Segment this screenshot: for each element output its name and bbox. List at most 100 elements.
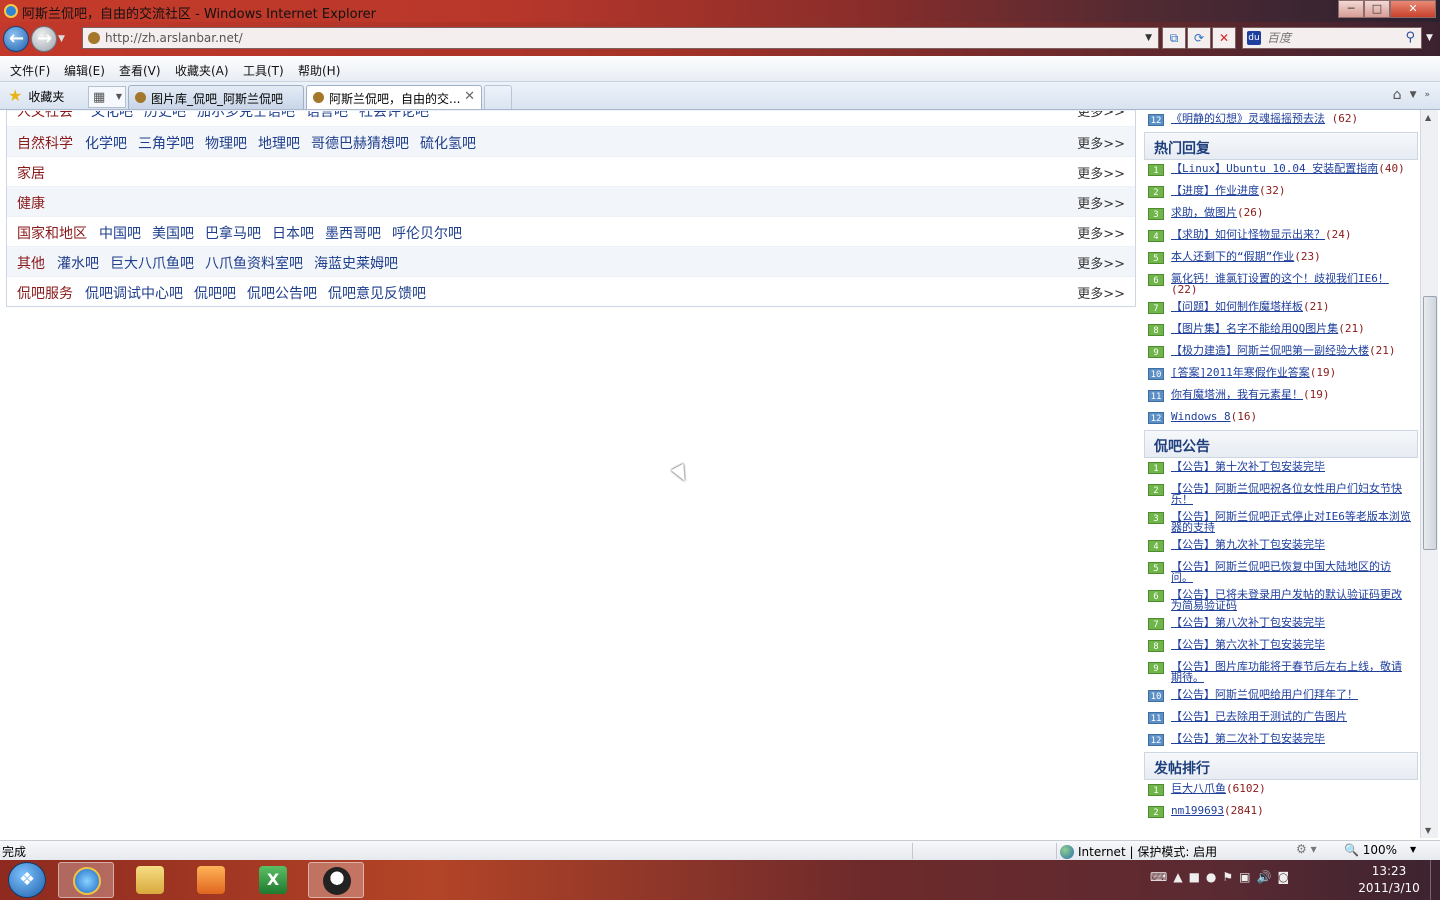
post-link[interactable]: 【公告】第十次补丁包安装完毕 <box>1171 460 1325 473</box>
post-link[interactable]: 【公告】阿斯兰侃吧正式停止对IE6等老版本浏览器的支持 <box>1171 510 1411 534</box>
post-link[interactable]: 【图片集】名字不能给用QQ图片集 <box>1171 322 1338 335</box>
address-dropdown-icon[interactable]: ▼ <box>1145 33 1152 43</box>
back-button[interactable] <box>3 26 29 52</box>
bar-link[interactable]: 巴拿马吧 <box>205 226 261 242</box>
recent-pages-dropdown-icon[interactable]: ▼ <box>58 34 65 44</box>
scroll-up-icon[interactable]: ▲ <box>1425 113 1431 122</box>
close-button[interactable]: ✕ <box>1390 0 1436 18</box>
bar-link[interactable]: 呼伦贝尔吧 <box>392 226 462 242</box>
show-desktop-button[interactable] <box>1430 860 1440 900</box>
more-link[interactable]: 更多>> <box>1077 193 1125 212</box>
taskbar-qq[interactable] <box>308 862 364 898</box>
post-link[interactable]: 【求助】如何让怪物显示出来？ <box>1171 228 1325 241</box>
post-link[interactable]: 你有魔塔洲，我有元素星！ <box>1171 388 1303 401</box>
bar-link[interactable]: 八爪鱼资料室吧 <box>205 256 303 272</box>
zoom-level[interactable]: 🔍 100% <box>1344 843 1397 857</box>
bar-link[interactable]: 文化吧 <box>91 111 133 120</box>
security-zone[interactable]: Internet | 保护模式: 启用 <box>1060 843 1217 860</box>
protected-mode-icon[interactable]: ⚙ ▾ <box>1296 842 1317 856</box>
post-link[interactable]: 巨大八爪鱼 <box>1171 782 1226 795</box>
address-bar[interactable]: http://zh.arslanbar.net/ ▼ <box>82 27 1159 49</box>
refresh-icon[interactable]: ⟳ <box>1187 27 1211 49</box>
post-link[interactable]: 【公告】阿斯兰侃吧已恢复中国大陆地区的访问。 <box>1171 560 1391 584</box>
bar-link[interactable]: 加尔多克士语吧 <box>197 111 295 120</box>
search-input[interactable] <box>1267 30 1397 46</box>
bar-link[interactable]: 化学吧 <box>85 136 127 152</box>
bar-link[interactable]: 三角学吧 <box>138 136 194 152</box>
close-tab-icon[interactable]: ✕ <box>464 89 475 104</box>
vertical-scrollbar[interactable]: ▲ ▼ <box>1420 110 1438 838</box>
bar-link[interactable]: 历史吧 <box>144 111 186 120</box>
category-name[interactable]: 其他 <box>17 253 45 273</box>
volume-icon[interactable]: 🔊 <box>1257 870 1272 884</box>
post-link[interactable]: 【极力建造】阿斯兰侃吧第一副经验大楼 <box>1171 344 1369 357</box>
home-icon[interactable]: ⌂ <box>1393 87 1402 103</box>
tray-app-icon[interactable]: ● <box>1206 870 1216 884</box>
category-name[interactable]: 家居 <box>17 163 45 183</box>
search-box[interactable]: du ⚲ <box>1242 27 1422 49</box>
network-icon[interactable]: ▣ <box>1239 870 1250 884</box>
bar-link[interactable]: 侃吧吧 <box>194 286 236 302</box>
bar-link[interactable]: 巨大八爪鱼吧 <box>110 256 194 272</box>
minimize-button[interactable]: ─ <box>1338 0 1364 18</box>
post-link[interactable]: 【公告】图片库功能将于春节后左右上线，敬请期待。 <box>1171 660 1402 684</box>
post-link[interactable]: 【公告】阿斯兰侃吧给用户们拜年了！ <box>1171 688 1358 701</box>
keyboard-icon[interactable]: ⌨ <box>1150 870 1167 884</box>
post-link[interactable]: 【公告】第二次补丁包安装完毕 <box>1171 732 1325 745</box>
category-name[interactable]: 自然科学 <box>17 133 73 153</box>
bar-link[interactable]: 日本吧 <box>272 226 314 242</box>
tray-app-icon[interactable]: ■ <box>1189 870 1200 884</box>
post-link[interactable]: 【Linux】Ubuntu 10.04 安装配置指南 <box>1171 162 1378 175</box>
bar-link[interactable]: 硫化氢吧 <box>420 136 476 152</box>
search-icon[interactable]: ⚲ <box>1405 30 1415 45</box>
post-link[interactable]: 氯化钙！谁氯钉设置的这个！歧视我们IE6！ <box>1171 272 1389 285</box>
more-link[interactable]: 更多>> <box>1077 111 1125 120</box>
input-method-icon[interactable]: ◙ <box>1277 870 1289 884</box>
taskbar-explorer[interactable] <box>122 862 178 898</box>
scroll-down-icon[interactable]: ▼ <box>1425 826 1431 835</box>
menu-help[interactable]: 帮助(H) <box>298 62 340 79</box>
address-url[interactable]: http://zh.arslanbar.net/ <box>105 31 243 45</box>
category-name[interactable]: 侃吧服务 <box>17 283 73 303</box>
menu-view[interactable]: 查看(V) <box>119 62 161 79</box>
post-link[interactable]: 【公告】第六次补丁包安装完毕 <box>1171 638 1325 651</box>
menu-file[interactable]: 文件(F) <box>10 62 50 79</box>
post-link[interactable]: nm199693 <box>1171 804 1224 817</box>
post-link[interactable]: 【公告】阿斯兰侃吧祝各位女性用户们妇女节快乐！ <box>1171 482 1402 506</box>
taskbar-ie[interactable] <box>58 862 114 898</box>
compatibility-view-icon[interactable]: ⧉ <box>1162 27 1186 49</box>
taskbar-excel[interactable]: X <box>245 862 301 898</box>
bar-link[interactable]: 中国吧 <box>99 226 141 242</box>
more-link[interactable]: 更多>> <box>1077 223 1125 242</box>
system-clock[interactable]: 13:23 2011/3/10 <box>1354 863 1424 897</box>
category-name[interactable]: 健康 <box>17 193 45 213</box>
category-name[interactable]: 国家和地区 <box>17 223 87 243</box>
bar-link[interactable]: 语言吧 <box>306 111 348 120</box>
post-link[interactable]: 【公告】第八次补丁包安装完毕 <box>1171 616 1325 629</box>
bar-link[interactable]: 社会评论吧 <box>359 111 429 120</box>
start-button[interactable] <box>8 862 46 898</box>
scrollbar-thumb[interactable] <box>1423 296 1437 550</box>
home-dropdown-icon[interactable]: ▼ <box>1410 90 1417 100</box>
show-hidden-icons[interactable]: ▲ <box>1173 870 1182 884</box>
menu-favorites[interactable]: 收藏夹(A) <box>175 62 229 79</box>
post-link[interactable]: 求助，做图片 <box>1171 206 1237 219</box>
post-link[interactable]: [答案]2011年寒假作业答案 <box>1171 366 1310 379</box>
bar-link[interactable]: 美国吧 <box>152 226 194 242</box>
bar-link[interactable]: 侃吧调试中心吧 <box>85 286 183 302</box>
menu-tools[interactable]: 工具(T) <box>243 62 284 79</box>
bar-link[interactable]: 灌水吧 <box>57 256 99 272</box>
new-tab-button[interactable] <box>484 85 512 109</box>
stop-icon[interactable]: ✕ <box>1212 27 1236 49</box>
favorites-button[interactable]: ★ 收藏夹 <box>8 86 64 106</box>
taskbar-media-player[interactable] <box>183 862 239 898</box>
post-link[interactable]: 【公告】已将未登录用户发帖的默认验证码更改为简易验证码 <box>1171 588 1402 612</box>
bar-link[interactable]: 海蓝史莱姆吧 <box>314 256 398 272</box>
post-link[interactable]: 【公告】已去除用于测试的广告图片 <box>1171 710 1347 723</box>
toolbar-overflow-icon[interactable]: » <box>1424 90 1430 100</box>
tab-active[interactable]: 阿斯兰侃吧，自由的交... ✕ <box>306 85 482 109</box>
bar-link[interactable]: 侃吧意见反馈吧 <box>328 286 426 302</box>
bar-link[interactable]: 墨西哥吧 <box>325 226 381 242</box>
post-link[interactable]: Windows 8 <box>1171 410 1231 423</box>
bar-link[interactable]: 侃吧公告吧 <box>247 286 317 302</box>
